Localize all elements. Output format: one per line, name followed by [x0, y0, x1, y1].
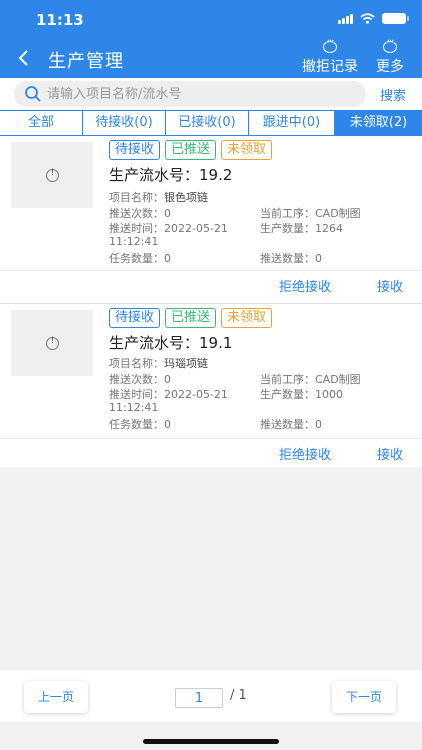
tab-pending[interactable]: 待接收(0)	[83, 111, 166, 135]
tag-pushed: 已推送	[165, 308, 217, 328]
accept-button[interactable]: 接收	[377, 444, 403, 463]
status-time: 11:13	[36, 11, 84, 29]
image-placeholder-icon	[46, 168, 59, 182]
tab-received[interactable]: 已接收(0)	[166, 111, 249, 135]
serial-number: 生产流水号：19.2	[109, 166, 233, 184]
project-name: 项目名称：银色项链	[109, 191, 208, 204]
accept-button[interactable]: 接收	[377, 276, 403, 295]
pushed-quantity: 推送数量：0	[260, 252, 322, 265]
task-quantity: 任务数量：0	[109, 252, 171, 265]
app-header: 11:13 生产管理 撤拒记录 更多	[0, 0, 422, 78]
push-time: 推送时间：2022-05-21	[109, 388, 228, 401]
more-icon	[383, 36, 397, 53]
reject-record-label: 撤拒记录	[302, 59, 358, 75]
page-title: 生产管理	[48, 51, 124, 72]
back-arrow-icon[interactable]	[12, 46, 36, 70]
tab-all[interactable]: 全部	[0, 111, 83, 135]
search-input[interactable]	[47, 84, 347, 104]
wifi-icon	[360, 13, 375, 24]
tab-unclaimed[interactable]: 未领取(2)	[335, 111, 422, 135]
tag-pending: 待接收	[109, 140, 161, 160]
push-time: 推送时间：2022-05-21	[109, 222, 228, 235]
status-icons	[338, 13, 409, 24]
pushed-quantity: 推送数量：0	[260, 418, 322, 431]
search-bar: 搜索	[0, 78, 422, 110]
status-tags: 待接收 已推送 未领取	[109, 308, 273, 328]
search-icon	[25, 86, 41, 102]
production-quantity: 生产数量：1264	[260, 222, 343, 235]
current-process: 当前工序：CAD制图	[260, 373, 361, 386]
order-card: 待接收 已推送 未领取 生产流水号：19.1 项目名称：玛瑙项链 推送次数：0 …	[0, 303, 422, 467]
prev-page-button[interactable]: 上一页	[24, 681, 88, 713]
order-card: 待接收 已推送 未领取 生产流水号：19.2 项目名称：银色项链 推送次数：0 …	[0, 136, 422, 303]
push-time-clock: 11:12:41	[109, 401, 159, 414]
page-total: / 1	[230, 688, 247, 703]
image-placeholder-icon	[46, 336, 59, 350]
product-image	[11, 310, 93, 376]
more-button[interactable]: 更多	[376, 36, 404, 76]
push-count: 推送次数：0	[109, 207, 171, 220]
search-button[interactable]: 搜索	[380, 85, 406, 104]
status-tabs: 全部 待接收(0) 已接收(0) 跟进中(0) 未领取(2)	[0, 110, 422, 136]
reject-button[interactable]: 拒绝接收	[279, 444, 331, 463]
next-page-button[interactable]: 下一页	[332, 681, 396, 713]
card-actions: 拒绝接收 接收	[0, 271, 422, 297]
product-image	[11, 142, 93, 208]
tag-unclaimed: 未领取	[221, 308, 273, 328]
reject-button[interactable]: 拒绝接收	[279, 276, 331, 295]
serial-number: 生产流水号：19.1	[109, 334, 233, 352]
status-tags: 待接收 已推送 未领取	[109, 140, 273, 160]
battery-icon	[382, 13, 409, 24]
more-label: 更多	[376, 59, 404, 75]
tag-pushed: 已推送	[165, 140, 217, 160]
tag-pending: 待接收	[109, 308, 161, 328]
page-number-input[interactable]	[175, 688, 223, 708]
tab-following[interactable]: 跟进中(0)	[249, 111, 335, 135]
production-quantity: 生产数量：1000	[260, 388, 343, 401]
pagination-bar: 上一页 / 1 下一页	[0, 670, 422, 722]
home-indicator	[143, 739, 279, 744]
push-count: 推送次数：0	[109, 373, 171, 386]
task-quantity: 任务数量：0	[109, 418, 171, 431]
chat-icon	[323, 36, 337, 53]
tag-unclaimed: 未领取	[221, 140, 273, 160]
current-process: 当前工序：CAD制图	[260, 207, 361, 220]
project-name: 项目名称：玛瑙项链	[109, 357, 208, 370]
card-actions: 拒绝接收 接收	[0, 439, 422, 465]
search-box	[14, 81, 366, 107]
push-time-clock: 11:12:41	[109, 235, 159, 248]
reject-record-button[interactable]: 撤拒记录	[302, 36, 358, 76]
signal-icon	[338, 13, 353, 24]
